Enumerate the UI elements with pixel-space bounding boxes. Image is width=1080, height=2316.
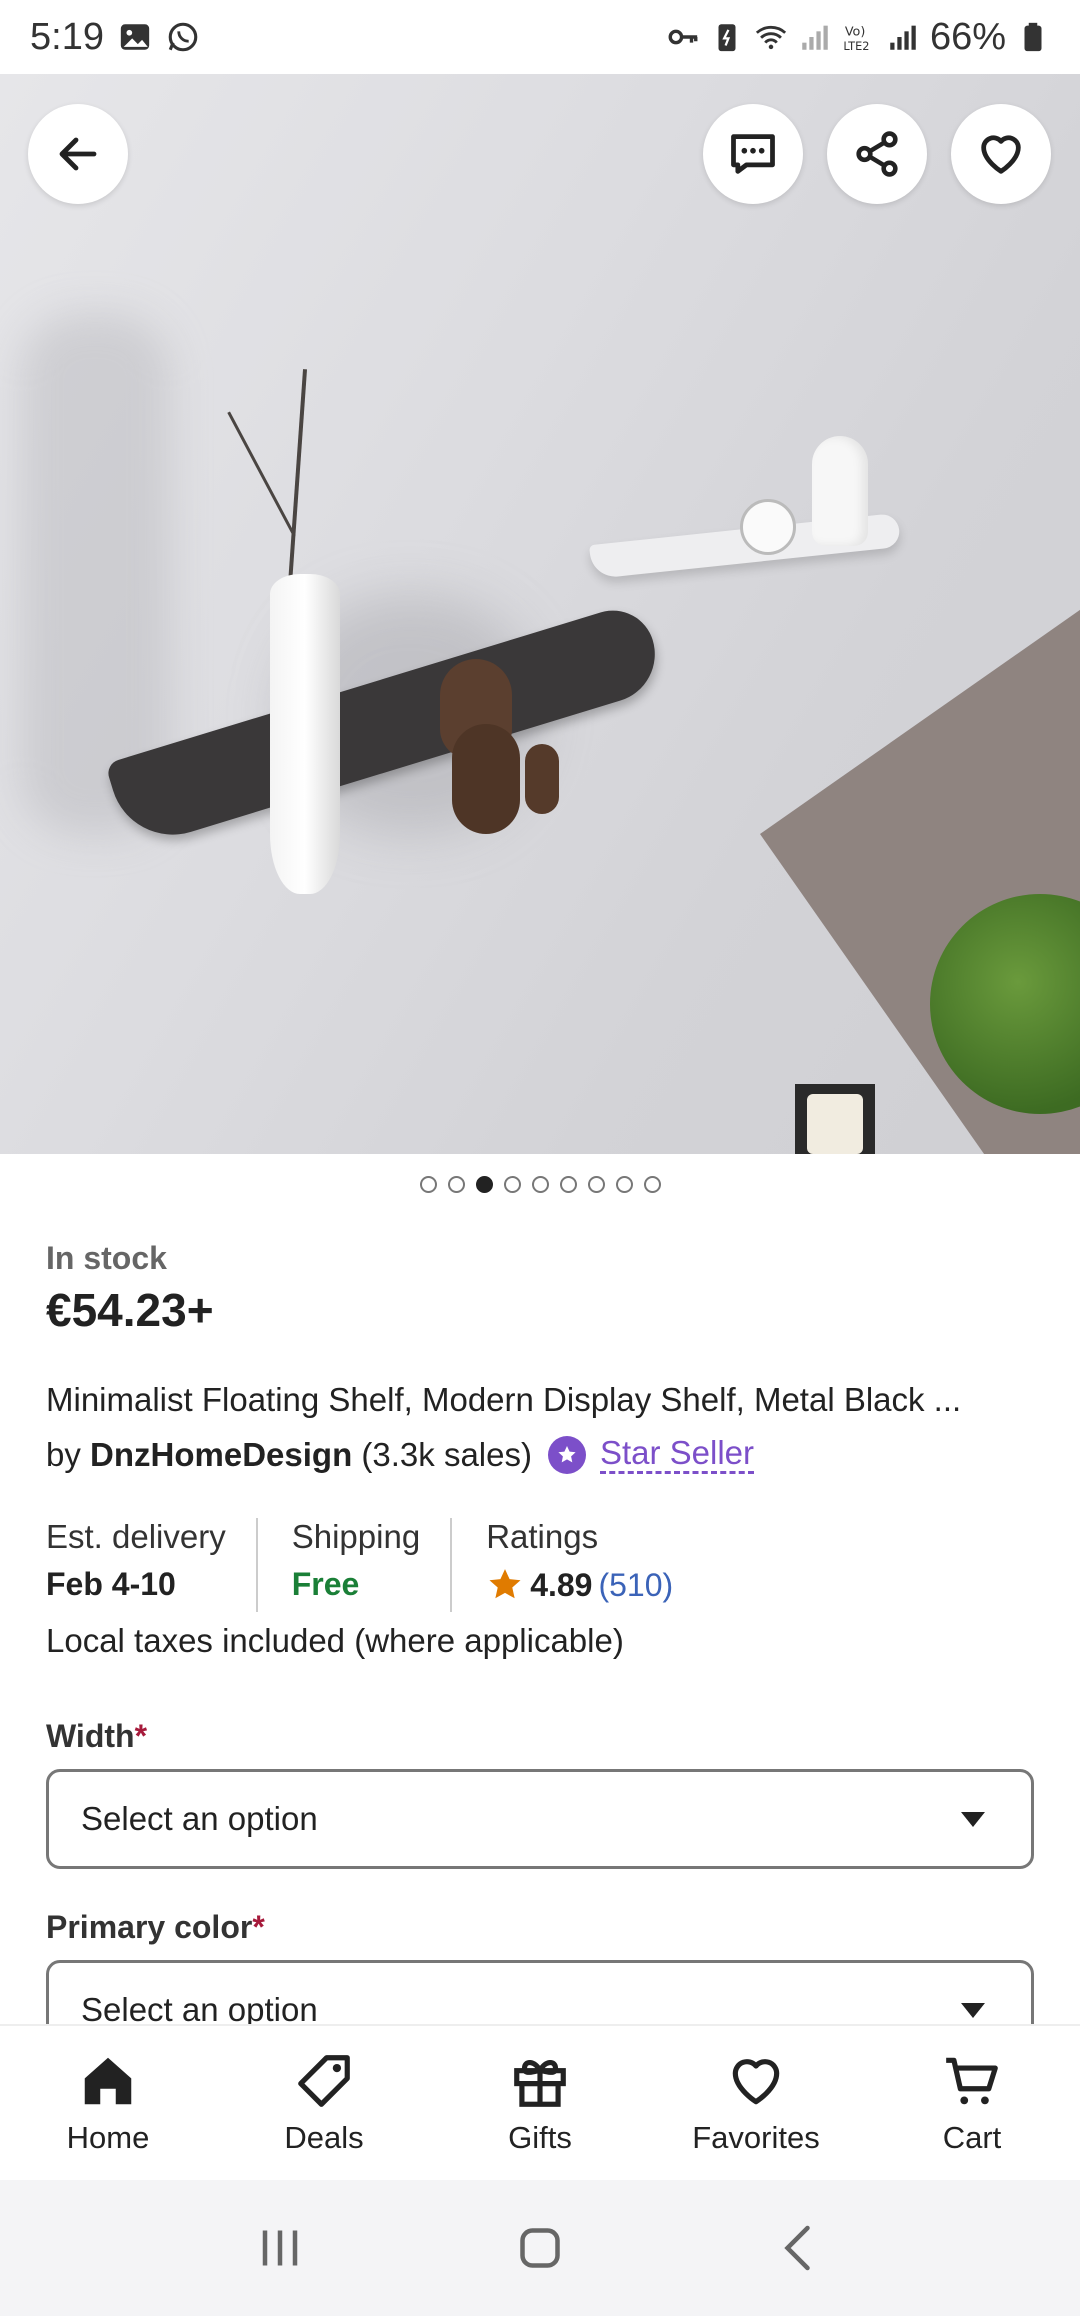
- required-mark: *: [134, 1718, 148, 1755]
- whatsapp-icon: [168, 22, 198, 52]
- caret-down-icon: [961, 1811, 985, 1827]
- seller-row: by DnzHomeDesign (3.3k sales) Star Selle…: [46, 1434, 1036, 1475]
- pagination-dot[interactable]: [615, 1176, 633, 1193]
- svg-text:LTE2: LTE2: [843, 39, 869, 53]
- shop-name-link[interactable]: DnzHomeDesign: [90, 1436, 352, 1474]
- delivery-info-row: Est. delivery Feb 4-10 Shipping Free Rat…: [46, 1518, 1036, 1613]
- sales-count: (3.3k sales): [361, 1435, 532, 1473]
- home-icon: [84, 2057, 132, 2105]
- battery-saver-icon: [718, 24, 736, 52]
- pagination-dot[interactable]: [643, 1176, 661, 1193]
- image-vase: [270, 574, 340, 894]
- star-seller-badge-icon: [547, 1435, 586, 1474]
- image-candle: [795, 1084, 875, 1154]
- stock-status: In stock: [46, 1240, 167, 1276]
- width-select-value: Select an option: [81, 1800, 318, 1838]
- ratings-label: Ratings: [486, 1518, 599, 1556]
- ratings-info[interactable]: Ratings 4.89 (510): [450, 1518, 703, 1613]
- gift-icon: [514, 2060, 566, 2107]
- bottom-nav: Home Deals Gifts Favorites Cart: [0, 2024, 1080, 2180]
- cart-icon: [946, 2057, 998, 2105]
- product-image[interactable]: [0, 74, 1080, 1154]
- by-label: by: [46, 1435, 81, 1473]
- pagination-dot[interactable]: [531, 1176, 549, 1193]
- pagination-dot[interactable]: [447, 1176, 465, 1193]
- share-icon: [856, 131, 898, 177]
- delivery-value: Feb 4-10: [46, 1566, 176, 1603]
- product-title[interactable]: Minimalist Floating Shelf, Modern Displa…: [46, 1381, 1036, 1419]
- status-time: 5:19: [30, 15, 104, 58]
- system-nav-bar: [0, 2180, 1080, 2316]
- delivery-info: Est. delivery Feb 4-10: [46, 1518, 256, 1612]
- nav-cart-label: Cart: [942, 2120, 1002, 2155]
- product-details: In stock €54.23+ Minimalist Floating She…: [46, 1240, 1036, 2061]
- width-select[interactable]: Select an option: [46, 1769, 1034, 1870]
- message-icon: [731, 134, 775, 174]
- signal-icon: [802, 25, 828, 50]
- nav-gifts[interactable]: Gifts: [432, 2026, 648, 2180]
- home-button-icon[interactable]: [510, 2218, 570, 2278]
- image-ball: [740, 499, 796, 555]
- signal-icon: [890, 25, 916, 50]
- image-branch: [227, 411, 296, 537]
- image-doll: [812, 436, 868, 546]
- shipping-label: Shipping: [291, 1518, 421, 1556]
- message-button[interactable]: [703, 104, 803, 204]
- heart-icon: [981, 135, 1021, 174]
- pagination-dot[interactable]: [559, 1176, 577, 1193]
- battery-icon: [1024, 22, 1042, 52]
- ratings-value-row: 4.89 (510): [486, 1566, 673, 1604]
- width-option-label: Width*: [46, 1718, 1036, 1755]
- volte-icon: Vo)LTE2: [843, 25, 869, 53]
- back-nav-icon[interactable]: [770, 2218, 830, 2278]
- nav-deals-label: Deals: [284, 2120, 364, 2155]
- svg-text:Vo): Vo): [845, 25, 866, 40]
- pagination-dot-active[interactable]: [475, 1176, 493, 1193]
- delivery-label: Est. delivery: [46, 1518, 226, 1556]
- share-button[interactable]: [827, 104, 927, 204]
- tag-icon: [298, 2055, 350, 2107]
- back-button[interactable]: [28, 104, 128, 204]
- status-bar: 5:19 Vo) LTE2 66%: [0, 0, 1080, 74]
- favorite-button[interactable]: [951, 104, 1051, 204]
- nav-favorites-label: Favorites: [692, 2120, 820, 2155]
- image-owl: [452, 724, 520, 834]
- nav-home-label: Home: [66, 2120, 150, 2155]
- shipping-value: Free: [291, 1566, 360, 1603]
- caret-down-icon: [961, 2002, 985, 2018]
- star-icon: [489, 1569, 521, 1599]
- nav-cart[interactable]: Cart: [864, 2026, 1080, 2180]
- heart-icon: [732, 2059, 780, 2105]
- gallery-icon: [120, 24, 150, 50]
- battery-percent: 66%: [929, 15, 1006, 58]
- key-icon: [668, 29, 698, 45]
- price: €54.23+: [46, 1284, 214, 1336]
- rating-count-link[interactable]: (510): [598, 1567, 673, 1604]
- pagination-dot[interactable]: [503, 1176, 521, 1193]
- recent-apps-icon[interactable]: [250, 2218, 310, 2278]
- image-branch: [286, 369, 308, 599]
- image-pagination-dots: [0, 1176, 1080, 1193]
- pagination-dot[interactable]: [419, 1176, 437, 1193]
- star-seller-link[interactable]: Star Seller: [599, 1434, 755, 1475]
- image-owl: [525, 744, 559, 814]
- nav-deals[interactable]: Deals: [216, 2026, 432, 2180]
- color-option-label: Primary color*: [46, 1909, 1036, 1946]
- nav-favorites[interactable]: Favorites: [648, 2026, 864, 2180]
- nav-gifts-label: Gifts: [508, 2120, 572, 2155]
- taxes-note: Local taxes included (where applicable): [46, 1622, 624, 1660]
- width-label-text: Width: [46, 1718, 135, 1755]
- pagination-dot[interactable]: [587, 1176, 605, 1193]
- nav-home[interactable]: Home: [0, 2026, 216, 2180]
- wifi-icon: [755, 25, 787, 50]
- color-label-text: Primary color: [46, 1909, 253, 1946]
- shipping-info: Shipping Free: [255, 1518, 450, 1613]
- required-mark: *: [252, 1909, 265, 1946]
- rating-value: 4.89: [530, 1566, 593, 1603]
- arrow-left-icon: [59, 137, 97, 171]
